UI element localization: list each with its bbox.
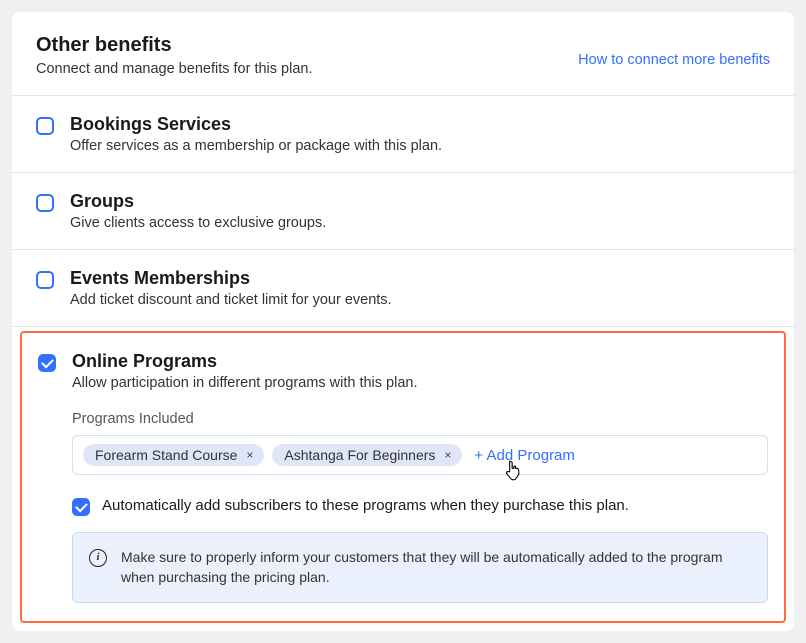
bookings-checkbox[interactable]: [36, 117, 54, 135]
online-programs-highlight: Online Programs Allow participation in d…: [20, 331, 786, 623]
programs-desc: Allow participation in different program…: [72, 375, 768, 391]
programs-nested-section: Programs Included Forearm Stand Course ×…: [72, 411, 768, 603]
page-subtitle: Connect and manage benefits for this pla…: [36, 61, 312, 77]
info-notice: i Make sure to properly inform your cust…: [72, 532, 768, 603]
programs-content: Online Programs Allow participation in d…: [72, 351, 768, 391]
events-title: Events Memberships: [70, 268, 770, 289]
page-title: Other benefits: [36, 34, 312, 57]
events-desc: Add ticket discount and ticket limit for…: [70, 292, 770, 308]
chip-label: Ashtanga For Beginners: [284, 447, 435, 463]
groups-desc: Give clients access to exclusive groups.: [70, 215, 770, 231]
program-chip: Forearm Stand Course ×: [83, 444, 264, 466]
info-text: Make sure to properly inform your custom…: [121, 547, 751, 588]
groups-checkbox[interactable]: [36, 194, 54, 212]
auto-add-row: Automatically add subscribers to these p…: [72, 495, 768, 516]
add-program-button[interactable]: + Add Program: [470, 447, 574, 464]
info-icon: i: [89, 549, 107, 567]
benefit-item-groups: Groups Give clients access to exclusive …: [12, 173, 794, 250]
bookings-title: Bookings Services: [70, 114, 770, 135]
programs-included-label: Programs Included: [72, 411, 768, 427]
programs-input-row[interactable]: Forearm Stand Course × Ashtanga For Begi…: [72, 435, 768, 475]
remove-chip-icon[interactable]: ×: [441, 448, 454, 462]
benefit-item-events: Events Memberships Add ticket discount a…: [12, 250, 794, 327]
benefit-item-bookings: Bookings Services Offer services as a me…: [12, 96, 794, 173]
groups-title: Groups: [70, 191, 770, 212]
connect-more-benefits-link[interactable]: How to connect more benefits: [578, 52, 770, 68]
card-header: Other benefits Connect and manage benefi…: [12, 12, 794, 96]
auto-add-checkbox[interactable]: [72, 498, 90, 516]
benefits-card: Other benefits Connect and manage benefi…: [12, 12, 794, 631]
events-checkbox[interactable]: [36, 271, 54, 289]
program-chip: Ashtanga For Beginners ×: [272, 444, 462, 466]
events-content: Events Memberships Add ticket discount a…: [70, 268, 770, 308]
programs-checkbox[interactable]: [38, 354, 56, 372]
bookings-desc: Offer services as a membership or packag…: [70, 138, 770, 154]
benefit-item-programs: Online Programs Allow participation in d…: [38, 347, 768, 405]
auto-add-label: Automatically add subscribers to these p…: [102, 497, 629, 514]
remove-chip-icon[interactable]: ×: [243, 448, 256, 462]
groups-content: Groups Give clients access to exclusive …: [70, 191, 770, 231]
bookings-content: Bookings Services Offer services as a me…: [70, 114, 770, 154]
header-text-group: Other benefits Connect and manage benefi…: [36, 34, 312, 77]
chip-label: Forearm Stand Course: [95, 447, 237, 463]
programs-title: Online Programs: [72, 351, 768, 372]
